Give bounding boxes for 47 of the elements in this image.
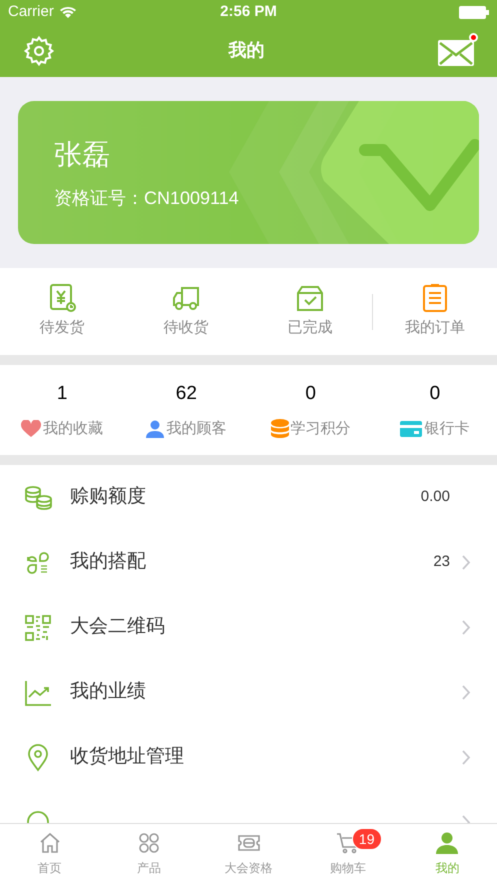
box-check-icon: [295, 283, 325, 314]
stat-count: 1: [56, 382, 68, 406]
member-name: 张磊: [54, 138, 111, 172]
line-chart-icon: [24, 678, 52, 706]
card-icon: [400, 421, 422, 438]
settings-icon[interactable]: [23, 34, 55, 66]
order-status-button[interactable]: 已完成: [248, 283, 372, 340]
menu-label: 收货地址管理: [70, 745, 184, 770]
stat-count: 62: [176, 382, 197, 406]
menu-label: 赊购额度: [70, 485, 146, 510]
mail-icon[interactable]: [438, 40, 474, 66]
cart-count-badge: 19: [352, 828, 382, 850]
coin-stack-icon: [270, 419, 289, 440]
stat-button[interactable]: 0 银行卡: [372, 380, 497, 440]
qr-code-icon: [24, 614, 52, 642]
menu-value: 0.00: [420, 487, 450, 508]
stat-count: 0: [305, 382, 316, 406]
menu-value: 23: [433, 552, 450, 572]
stat-label: 银行卡: [424, 419, 470, 439]
clipboard-icon: [420, 283, 450, 314]
carrier-name: Carrier: [8, 2, 54, 22]
stat-button[interactable]: 0 学习积分: [248, 380, 373, 440]
stat-label: 我的顾客: [166, 419, 226, 439]
page-title: 我的: [228, 39, 264, 62]
stat-button[interactable]: 62 我的顾客: [124, 380, 248, 440]
clock-time: 2:56 PM: [220, 2, 277, 22]
home-icon: [38, 830, 62, 854]
stat-count: 0: [430, 382, 440, 406]
certificate-number: 资格证号：CN1009114: [54, 187, 240, 210]
menu-label: 大会二维码: [70, 615, 165, 640]
menu-label: 我的业绩: [70, 680, 146, 704]
order-status-button[interactable]: 待发货: [0, 283, 124, 340]
stat-label: 我的收藏: [43, 419, 104, 439]
order-status-button[interactable]: 待收货: [124, 283, 248, 340]
battery-icon: [459, 6, 489, 18]
person-icon: [146, 420, 164, 438]
stat-label: 学习积分: [290, 419, 351, 439]
tab-bar-item[interactable]: 购物车 19: [298, 824, 398, 883]
heart-icon: [21, 420, 42, 438]
coins-icon: [24, 484, 52, 512]
order-status-button[interactable]: 我的订单: [373, 283, 497, 340]
grid-icon: [137, 830, 162, 854]
stat-button[interactable]: 1 我的收藏: [0, 380, 124, 440]
menu-label: 我的搭配: [70, 550, 146, 574]
person-icon: [435, 830, 460, 854]
wifi-icon: [60, 6, 76, 18]
receipt-clock-icon: [47, 283, 77, 314]
